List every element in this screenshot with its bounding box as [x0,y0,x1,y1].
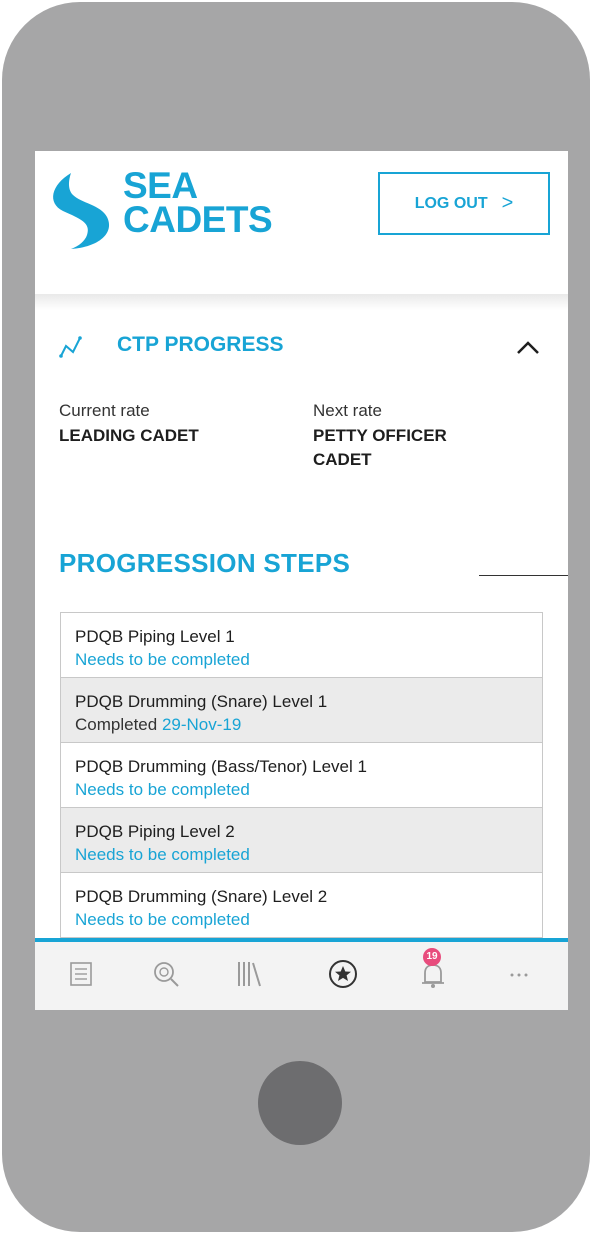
star-icon [329,960,357,988]
step-status: Completed 29-Nov-19 [75,714,528,736]
chevron-up-icon[interactable] [514,333,542,361]
nav-list-button[interactable] [61,954,101,994]
step-status: Needs to be completed [75,845,250,864]
next-rate-value: PETTY OFFICER CADET [313,424,447,472]
logo-wordmark: SEA CADETS [123,165,273,240]
list-item[interactable]: PDQB Drumming (Snare) Level 2 Needs to b… [61,873,542,938]
bottom-navigation: 19 [35,942,568,1010]
step-status: Needs to be completed [75,780,250,799]
step-name: PDQB Piping Level 1 [75,627,235,646]
list-item[interactable]: PDQB Drumming (Snare) Level 1 Completed … [61,678,542,743]
divider-line [479,575,568,576]
next-rate-value-line-1: PETTY OFFICER [313,426,447,445]
nav-library-button[interactable] [228,954,268,994]
list-item[interactable]: PDQB Piping Level 1 Needs to be complete… [61,613,542,678]
header-shadow [35,294,568,310]
nav-star-button[interactable] [323,954,363,994]
progression-steps-list[interactable]: PDQB Piping Level 1 Needs to be complete… [60,612,543,943]
step-status: Needs to be completed [75,910,250,929]
sea-cadets-logo: SEA CADETS [41,165,311,249]
next-rate: Next rate PETTY OFFICER CADET [313,401,447,472]
phone-frame: SEA CADETS LOG OUT > CTP PROGRESS Curren… [2,2,590,1232]
home-button[interactable] [258,1061,342,1145]
notification-badge: 19 [423,948,441,966]
step-name: PDQB Piping Level 2 [75,822,235,841]
step-name: PDQB Drumming (Bass/Tenor) Level 1 [75,757,367,776]
more-icon [510,973,528,977]
next-rate-label: Next rate [313,401,382,420]
chevron-right-icon: > [501,192,514,214]
trend-line-icon [59,336,82,358]
list-item[interactable]: PDQB Piping Level 2 Needs to be complete… [61,808,542,873]
search-icon [154,962,179,987]
list-item[interactable]: PDQB Drumming (Bass/Tenor) Level 1 Needs… [61,743,542,808]
step-completion-date: 29-Nov-19 [161,715,242,734]
current-rate: Current rate LEADING CADET [59,401,199,448]
current-rate-value: LEADING CADET [59,426,199,445]
app-screen: SEA CADETS LOG OUT > CTP PROGRESS Curren… [35,151,568,1091]
app-header: SEA CADETS LOG OUT > [35,151,568,294]
log-out-label: LOG OUT [414,194,488,212]
step-status-prefix: Completed [75,715,158,734]
nav-more-button[interactable] [499,954,539,994]
list-icon [70,962,92,986]
progression-steps-title: PROGRESSION STEPS [59,548,351,578]
sea-cadets-swoosh-icon [53,173,110,249]
step-name: PDQB Drumming (Snare) Level 2 [75,887,328,906]
ctp-progress-header[interactable]: CTP PROGRESS [59,331,549,367]
logo-line-2: CADETS [123,199,273,240]
step-name: PDQB Drumming (Snare) Level 1 [75,692,328,711]
log-out-button[interactable]: LOG OUT > [378,172,550,235]
ctp-progress-title: CTP PROGRESS [117,333,284,356]
nav-notifications-button[interactable]: 19 [413,948,453,994]
nav-search-button[interactable] [146,954,186,994]
library-icon [238,962,261,987]
logo-line-1: SEA [123,165,198,206]
next-rate-value-line-2: CADET [313,450,372,469]
step-status: Needs to be completed [75,650,250,669]
current-rate-label: Current rate [59,401,150,420]
